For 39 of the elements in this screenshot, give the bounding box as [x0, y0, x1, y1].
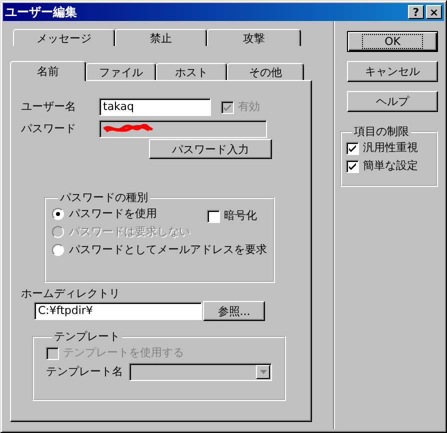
check-icon	[223, 102, 232, 112]
field-label: ホームディレクトリ	[21, 287, 121, 301]
tab[interactable]: ホスト	[156, 63, 227, 80]
group-title: 項目の制限	[353, 125, 410, 139]
password-entry-button[interactable]: パスワード入力	[149, 139, 272, 159]
tab[interactable]: ファイル	[86, 63, 156, 80]
radio-label: パスワードは要求しない	[69, 225, 190, 239]
title-bar-button[interactable]: ×	[426, 5, 442, 19]
checkbox-label: 汎用性重視	[363, 141, 418, 155]
radio-button[interactable]	[52, 244, 64, 256]
checkbox-label: 簡単な設定	[363, 159, 418, 173]
field-label: パスワード	[21, 122, 77, 136]
user-name-field[interactable]: takaq	[99, 98, 211, 116]
radio-label: パスワードを使用	[69, 207, 157, 221]
window-title: ユーザー編集	[5, 5, 77, 19]
radio-label: パスワードとしてメールアドレスを要求	[69, 243, 267, 257]
dialog-button[interactable]: OK	[347, 31, 438, 52]
dialog-button[interactable]: キャンセル	[347, 61, 438, 82]
tab[interactable]: 名前	[10, 61, 86, 81]
home-directory-field[interactable]: C:¥ftpdir¥	[34, 302, 202, 320]
tab[interactable]: その他	[227, 63, 304, 80]
checkbox[interactable]	[346, 142, 359, 154]
browse-button[interactable]: 参照...	[203, 301, 265, 321]
tab[interactable]: メッセージ	[13, 29, 115, 46]
checkbox-label: 有効	[238, 100, 260, 114]
field-label: ユーザー名	[21, 100, 77, 114]
group-title: テンプレート	[53, 330, 121, 344]
tab[interactable]: 攻撃	[207, 29, 301, 46]
checkbox[interactable]	[346, 160, 359, 172]
radio-button[interactable]	[52, 208, 64, 220]
dialog-button[interactable]: ヘルプ	[347, 91, 438, 112]
password-field[interactable]	[99, 120, 267, 138]
tab[interactable]: 禁止	[115, 29, 207, 46]
field-label: テンプレート名	[46, 365, 124, 379]
checkbox-label: 暗号化	[224, 209, 257, 223]
checkbox-label: テンプレートを使用する	[63, 346, 184, 360]
title-bar-button[interactable]: ?	[408, 5, 424, 19]
group-title: パスワードの種別	[59, 191, 149, 205]
checkbox[interactable]	[207, 210, 220, 222]
